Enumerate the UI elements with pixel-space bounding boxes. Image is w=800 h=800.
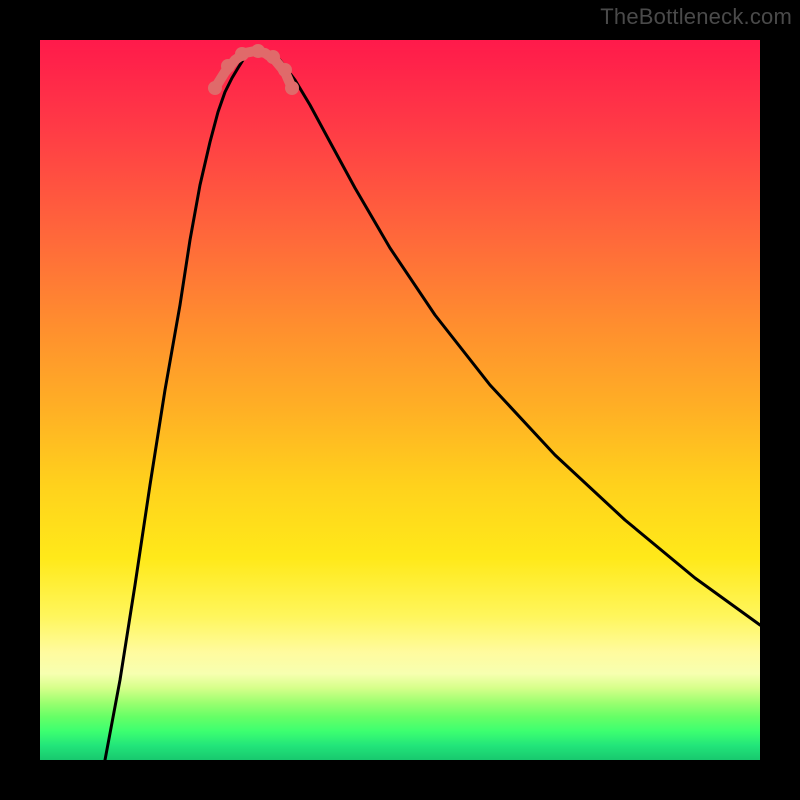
series-left-branch	[105, 60, 243, 760]
marker-point	[285, 81, 299, 95]
curve-svg	[40, 40, 760, 760]
series-right-branch	[280, 60, 760, 625]
marker-point	[266, 50, 280, 64]
chart-frame: TheBottleneck.com	[0, 0, 800, 800]
marker-point	[278, 63, 292, 77]
marker-point	[221, 59, 235, 73]
marker-point	[251, 44, 265, 58]
marker-point	[235, 47, 249, 61]
plot-area	[40, 40, 760, 760]
watermark-text: TheBottleneck.com	[600, 4, 792, 30]
marker-point	[208, 81, 222, 95]
